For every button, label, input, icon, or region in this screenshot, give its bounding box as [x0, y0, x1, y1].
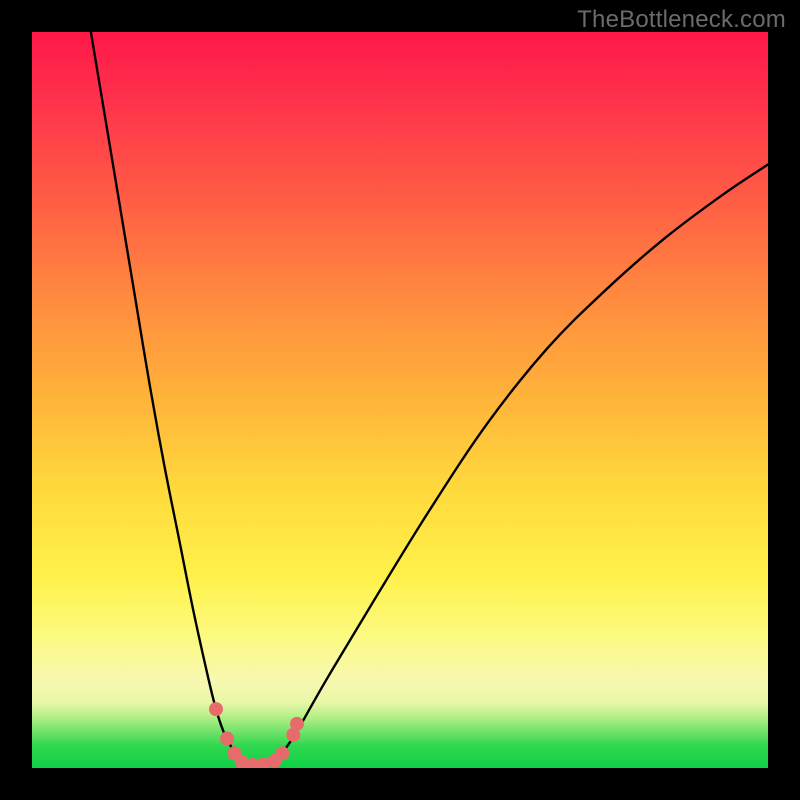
bottleneck-curve [91, 32, 768, 766]
chart-frame: TheBottleneck.com [0, 0, 800, 800]
curve-marker [220, 732, 234, 746]
curve-layer [32, 32, 768, 768]
plot-area [32, 32, 768, 768]
curve-marker [209, 702, 223, 716]
curve-marker [290, 717, 304, 731]
watermark-label: TheBottleneck.com [577, 6, 786, 34]
curve-marker [275, 746, 289, 760]
